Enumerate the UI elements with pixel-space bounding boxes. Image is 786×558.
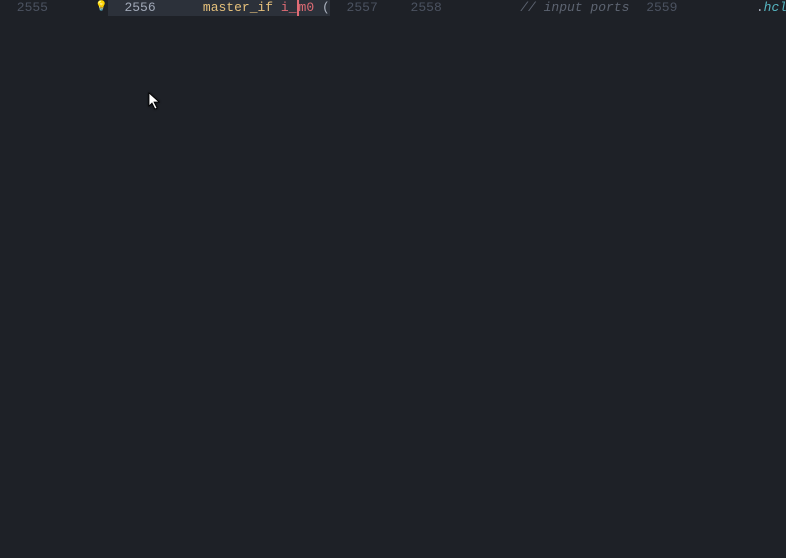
- port-token: hclk: [764, 0, 786, 16]
- code-content[interactable]: .hclk(HCLK),: [693, 0, 786, 16]
- text-token: [314, 0, 322, 16]
- text-token: [273, 0, 281, 16]
- line-number: 2555: [0, 0, 64, 16]
- line-number: 2556: [108, 0, 172, 16]
- code-content[interactable]: // input ports: [458, 0, 630, 16]
- code-line[interactable]: 2557: [330, 0, 394, 16]
- ident-token: m0: [299, 0, 315, 16]
- code-line[interactable]: 2556 master_if i_m0 (: [108, 0, 330, 16]
- line-number: 2559: [629, 0, 693, 16]
- code-content[interactable]: master_if i_m0 (: [172, 0, 330, 16]
- type-token: master_if: [203, 0, 273, 16]
- line-number: 2558: [394, 0, 458, 16]
- code-editor[interactable]: 2555 💡2556 master_if i_m0 (25572558 // i…: [0, 0, 786, 558]
- punc-token: (: [322, 0, 330, 16]
- text-cursor: [297, 0, 299, 16]
- line-number: 2557: [330, 0, 394, 16]
- code-content[interactable]: 💡: [64, 0, 108, 16]
- code-line[interactable]: 2555 💡: [0, 0, 108, 16]
- ident-token: i_: [281, 0, 297, 16]
- punc-token: .: [756, 0, 764, 16]
- comment-token: // input ports: [520, 0, 629, 16]
- bulb-token: 💡: [95, 0, 107, 16]
- code-line[interactable]: 2558 // input ports: [394, 0, 630, 16]
- code-line[interactable]: 2559 .hclk(HCLK),: [629, 0, 786, 16]
